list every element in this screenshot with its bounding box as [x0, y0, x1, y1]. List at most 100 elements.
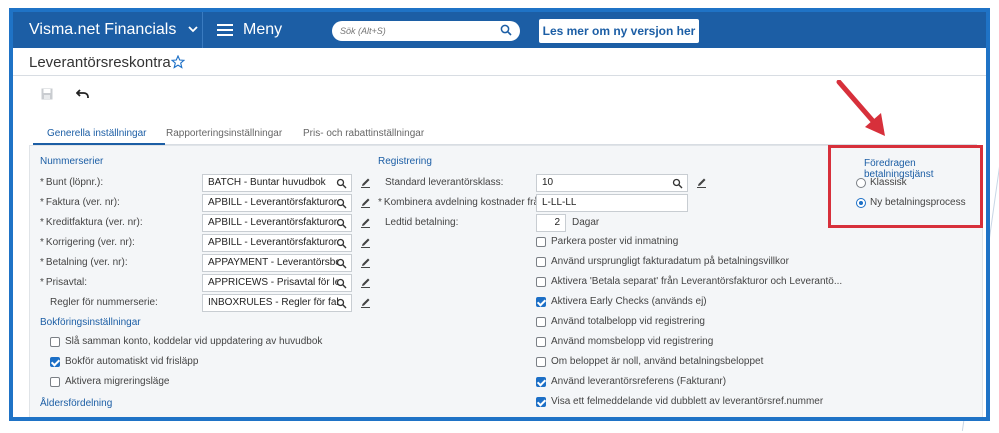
checkbox-box[interactable] — [50, 336, 60, 347]
edit-pencil-icon[interactable] — [360, 177, 371, 188]
save-icon[interactable] — [41, 88, 53, 100]
section-posting: Bokföringsinställningar — [40, 317, 141, 328]
search-input[interactable] — [332, 21, 482, 41]
default-class-field[interactable]: 10 — [536, 174, 688, 192]
numbering-label-adjustment: * Korrigering (ver. nr): — [40, 237, 135, 248]
checkbox-label: Slå samman konto, koddelar vid uppdateri… — [65, 336, 323, 347]
checkbox-original-invoice-date[interactable]: Använd ursprungligt fakturadatum på beta… — [536, 256, 789, 267]
field-value: BATCH - Buntar huvudbok — [208, 177, 326, 188]
checkbox-auto-post[interactable]: Bokför automatiskt vid frisläpp — [50, 356, 198, 367]
checkbox-label: Aktivera 'Betala separat' från Leverantö… — [551, 276, 843, 287]
credit-numbering-field[interactable]: APBILL - Leverantörsfakturor — [202, 214, 352, 232]
tab-report-settings[interactable]: Rapporteringsinställningar — [166, 128, 282, 139]
lookup-search-icon[interactable] — [336, 178, 347, 189]
bill-numbering-field[interactable]: APBILL - Leverantörsfakturor — [202, 194, 352, 212]
checkbox-duplicate-warning[interactable]: Visa ett felmeddelande vid dubblett av l… — [536, 396, 823, 407]
field-value: L-LL-LL — [542, 197, 577, 208]
tab-general-settings[interactable]: Generella inställningar — [47, 128, 147, 139]
lookup-search-icon[interactable] — [336, 218, 347, 229]
edit-pencil-icon[interactable] — [360, 197, 371, 208]
required-marker: * — [40, 257, 44, 268]
required-marker: * — [378, 197, 382, 208]
menu-label: Meny — [243, 21, 283, 38]
required-marker: * — [40, 217, 44, 228]
numbering-label-text: Regler för nummerserie: — [50, 297, 158, 308]
numbering-label-text: Betalning (ver. nr): — [45, 257, 128, 268]
combine-subaccount-label: * Kombinera avdelning kostnader från: — [378, 197, 547, 208]
numbering-label-text: Prisavtal: — [45, 277, 88, 288]
field-value: APBILL - Leverantörsfakturor — [208, 237, 338, 248]
checkbox-zero-amount[interactable]: Om beloppet är noll, använd betalningsbe… — [536, 356, 763, 367]
edit-pencil-icon[interactable] — [360, 277, 371, 288]
checkbox-box[interactable] — [536, 236, 546, 247]
combine-subaccount-field[interactable]: L-LL-LL — [536, 194, 688, 212]
checkbox-box[interactable] — [536, 296, 546, 307]
lookup-search-icon[interactable] — [672, 178, 683, 189]
adjustment-numbering-field[interactable]: APBILL - Leverantörsfakturor — [202, 234, 352, 252]
checkbox-label: Använd momsbelopp vid registrering — [551, 336, 714, 347]
lookup-search-icon[interactable] — [336, 258, 347, 269]
checkbox-label: Aktivera Early Checks (används ej) — [551, 296, 707, 307]
edit-pencil-icon[interactable] — [360, 297, 371, 308]
numbering-label-bill: * Faktura (ver. nr): — [40, 197, 120, 208]
checkbox-label: Använd ursprungligt fakturadatum på beta… — [551, 256, 789, 267]
numbering-label-price-agreement: * Prisavtal: — [40, 277, 87, 288]
menu-button[interactable]: Meny — [203, 12, 282, 48]
lookup-search-icon[interactable] — [336, 198, 347, 209]
section-registration: Registrering — [378, 156, 432, 167]
lead-time-input[interactable]: 2 — [536, 214, 566, 232]
checkbox-box[interactable] — [536, 276, 546, 287]
lookup-search-icon[interactable] — [336, 298, 347, 309]
undo-icon[interactable] — [76, 87, 90, 101]
required-marker: * — [40, 177, 44, 188]
checkbox-park-entries[interactable]: Parkera poster vid inmatning — [536, 236, 678, 247]
tab-price-discount-settings[interactable]: Pris- och rabattinställningar — [303, 128, 424, 139]
checkbox-box[interactable] — [536, 256, 546, 267]
section-numbering: Nummerserier — [40, 156, 104, 167]
checkbox-label: Om beloppet är noll, använd betalningsbe… — [551, 356, 764, 367]
checkbox-box[interactable] — [536, 336, 546, 347]
new-version-button[interactable]: Les mer om ny versjon her — [539, 19, 699, 43]
numbering-label-text: Korrigering (ver. nr): — [45, 237, 135, 248]
combine-label-text: Kombinera avdelning kostnader från: — [383, 197, 548, 208]
highlight-box — [828, 145, 983, 228]
required-marker: * — [40, 277, 44, 288]
edit-pencil-icon[interactable] — [360, 257, 371, 268]
lookup-search-icon[interactable] — [336, 278, 347, 289]
checkbox-box[interactable] — [536, 316, 546, 327]
checkbox-box[interactable] — [50, 356, 60, 367]
favorite-star-icon[interactable] — [171, 55, 185, 69]
checkbox-early-checks[interactable]: Aktivera Early Checks (används ej) — [536, 296, 707, 307]
rules-numbering-field[interactable]: INBOXRULES - Regler för faktu — [202, 294, 352, 312]
numbering-label-text: Bunt (löpnr.): — [45, 177, 104, 188]
required-marker: * — [40, 237, 44, 248]
edit-pencil-icon[interactable] — [696, 177, 707, 188]
checkbox-vat-amount[interactable]: Använd momsbelopp vid registrering — [536, 336, 713, 347]
checkbox-box[interactable] — [536, 376, 546, 387]
checkbox-box[interactable] — [536, 396, 546, 407]
numbering-label-text: Faktura (ver. nr): — [45, 197, 120, 208]
search-icon[interactable] — [500, 24, 512, 36]
lookup-search-icon[interactable] — [336, 238, 347, 249]
page-title: Leverantörsreskontra — [29, 54, 171, 71]
batch-numbering-field[interactable]: BATCH - Buntar huvudbok — [202, 174, 352, 192]
edit-pencil-icon[interactable] — [360, 217, 371, 228]
checkbox-supplier-reference[interactable]: Använd leverantörsreferens (Fakturanr) — [536, 376, 726, 387]
default-class-label: Standard leverantörsklass: — [385, 177, 504, 188]
field-value: APBILL - Leverantörsfakturor — [208, 217, 338, 228]
checkbox-pay-separately[interactable]: Aktivera 'Betala separat' från Leverantö… — [536, 276, 842, 287]
checkbox-label: Använd totalbelopp vid registrering — [551, 316, 705, 327]
field-value: APPAYMENT - Leverantörsbeta — [208, 257, 338, 268]
checkbox-merge-accounts[interactable]: Slå samman konto, koddelar vid uppdateri… — [50, 336, 322, 347]
checkbox-total-amount[interactable]: Använd totalbelopp vid registrering — [536, 316, 705, 327]
checkbox-box[interactable] — [536, 356, 546, 367]
field-value: APBILL - Leverantörsfakturor — [208, 197, 338, 208]
edit-pencil-icon[interactable] — [360, 237, 371, 248]
numbering-label-text: Kreditfaktura (ver. nr): — [45, 217, 143, 228]
brand-switcher[interactable]: Visma.net Financials — [13, 12, 203, 48]
price-agreement-numbering-field[interactable]: APPRICEWS - Prisavtal för leve — [202, 274, 352, 292]
payment-numbering-field[interactable]: APPAYMENT - Leverantörsbeta — [202, 254, 352, 272]
checkbox-migration-mode[interactable]: Aktivera migreringsläge — [50, 376, 170, 387]
checkbox-box[interactable] — [50, 376, 60, 387]
numbering-label-payment: * Betalning (ver. nr): — [40, 257, 128, 268]
